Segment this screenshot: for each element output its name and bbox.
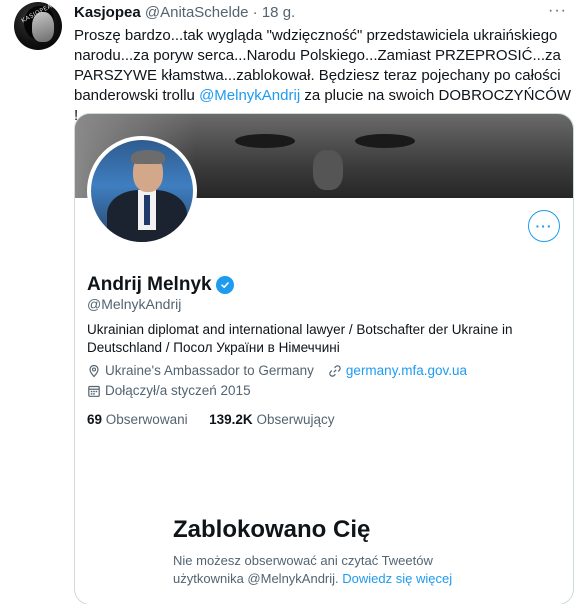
profile-joined-row: Dołączył/a styczeń 2015 [87, 383, 251, 398]
followers-count[interactable]: 139.2K [209, 412, 253, 427]
profile-website-link[interactable]: germany.mfa.gov.ua [346, 363, 467, 378]
follow-stats: 69 Obserwowani 139.2K Obserwujący [87, 412, 334, 427]
learn-more-link[interactable]: Dowiedz się więcej [342, 571, 452, 586]
verified-badge-icon [215, 276, 234, 294]
profile-more-button[interactable]: ··· [528, 210, 560, 242]
author-avatar[interactable]: KASJOPEA [14, 2, 62, 50]
profile-location: Ukraine's Ambassador to Germany [105, 363, 314, 378]
tweet-time[interactable]: 18 g. [262, 4, 295, 21]
author-name[interactable]: Kasjopea [74, 4, 141, 21]
profile-bio: Ukrainian diplomat and international law… [87, 322, 513, 355]
tweet[interactable]: KASJOPEA Kasjopea @AnitaSchelde · 18 g. … [0, 0, 583, 604]
profile-meta-row: Ukraine's Ambassador to Germany germany.… [87, 363, 467, 378]
followers-label[interactable]: Obserwujący [256, 412, 334, 427]
profile-card[interactable]: ··· Andrij Melnyk @MelnykAndrij Ukrainia… [74, 113, 574, 604]
tweet-mention-link[interactable]: @MelnykAndrij [199, 87, 300, 104]
author-handle[interactable]: @AnitaSchelde [145, 4, 249, 21]
header-separator: · [252, 4, 258, 21]
location-pin-icon [87, 364, 101, 378]
blocked-title: Zablokowano Cię [173, 516, 371, 543]
calendar-icon [87, 384, 101, 398]
profile-joined: Dołączył/a styczeń 2015 [105, 383, 251, 398]
following-count[interactable]: 69 [87, 412, 102, 427]
profile-name-row: Andrij Melnyk [87, 274, 234, 296]
following-label[interactable]: Obserwowani [106, 412, 188, 427]
link-icon [328, 364, 342, 378]
profile-name[interactable]: Andrij Melnyk [87, 274, 212, 296]
blocked-message: Nie możesz obserwować ani czytać Tweetów… [173, 552, 473, 588]
tweet-text: Proszę bardzo...tak wygląda "wdzięczność… [74, 26, 574, 126]
profile-avatar[interactable] [87, 136, 197, 246]
tweet-header: Kasjopea @AnitaSchelde · 18 g. [74, 4, 295, 22]
more-options-icon[interactable]: ··· [548, 2, 567, 20]
profile-handle: @MelnykAndrij [87, 296, 182, 312]
